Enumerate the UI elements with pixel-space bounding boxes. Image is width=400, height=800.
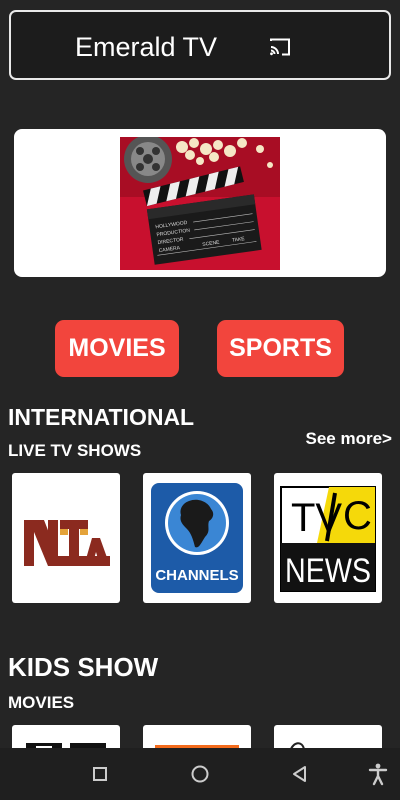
featured-banner[interactable]: HOLLYWOOD PRODUCTION DIRECTOR CAMERA SCE… (14, 129, 386, 277)
tvc-logo-c: C (343, 494, 372, 538)
kids-show-section-title: KIDS SHOW (8, 652, 159, 682)
app-header: Emerald TV (9, 10, 391, 80)
tvc-logo-news: NEWS (285, 552, 371, 590)
movie-clapperboard-image: HOLLYWOOD PRODUCTION DIRECTOR CAMERA SCE… (120, 137, 280, 270)
movies-button[interactable]: MOVIES (55, 320, 179, 377)
channel-card-tvc-news[interactable]: TV C NEWS (274, 473, 382, 603)
home-icon[interactable] (188, 762, 212, 786)
channels-logo-text: CHANNELS (155, 567, 238, 584)
channels-logo-icon: CHANNELS (151, 483, 243, 593)
tvc-news-logo-icon: TV C NEWS (280, 486, 376, 592)
see-more-link[interactable]: See more> (306, 429, 392, 449)
channel-card-nta[interactable] (12, 473, 120, 603)
recents-icon[interactable] (88, 762, 112, 786)
app-title: Emerald TV (75, 32, 218, 62)
nta-logo-icon (24, 520, 110, 566)
kids-movies-subtitle: MOVIES (8, 693, 75, 712)
back-icon[interactable] (288, 762, 312, 786)
live-tv-shows-subtitle: LIVE TV SHOWS (8, 441, 142, 460)
sports-button[interactable]: SPORTS (217, 320, 344, 377)
channel-card-channels[interactable]: CHANNELS (143, 473, 251, 603)
cast-icon[interactable] (269, 38, 291, 56)
system-navigation-bar (0, 748, 400, 800)
international-section-title: INTERNATIONAL (8, 404, 195, 430)
accessibility-icon[interactable] (366, 762, 390, 786)
